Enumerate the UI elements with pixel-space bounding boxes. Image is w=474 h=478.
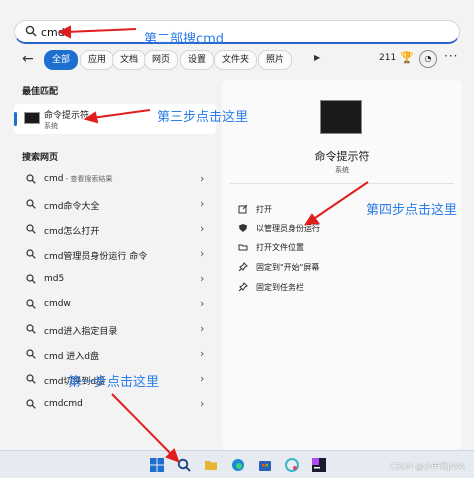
terminal-icon (320, 100, 362, 134)
web-result-label: cmd - 查看搜索结果 (44, 174, 113, 184)
web-result-label: cmdw (44, 299, 71, 309)
search-icon (25, 25, 37, 37)
app-title: 命令提示符 (314, 150, 370, 163)
web-result-label: cmd 进入d盘 (44, 352, 100, 362)
app-subtitle: 系统 (335, 166, 349, 174)
web-result-item[interactable]: cmdcmd › (14, 395, 216, 415)
back-arrow-icon[interactable]: ← (22, 51, 34, 67)
web-search-heading: 搜索网页 (22, 153, 59, 163)
more-filters-play-icon[interactable]: ▶ (314, 53, 320, 62)
search-icon (26, 374, 36, 384)
web-result-item[interactable]: cmd进入指定目录 › (14, 320, 216, 340)
search-input[interactable] (41, 24, 421, 40)
edge-browser-icon[interactable] (231, 458, 245, 472)
app-details-pane: 命令提示符 系统 打开 以管理员身份运行 打开文件位置 固定到"开始"屏幕 固定… (222, 80, 462, 450)
chevron-right-icon: › (200, 172, 205, 185)
chevron-right-icon: › (200, 372, 205, 385)
filter-photos[interactable]: 照片 (258, 50, 293, 70)
web-result-label: cmd进入指定目录 (44, 327, 118, 337)
chat-app-icon[interactable] (285, 458, 299, 472)
watermark: CSDN @小申说JAVA (390, 462, 465, 471)
more-options-icon[interactable]: ··· (444, 49, 458, 63)
points-count: 211 (379, 53, 397, 63)
action-run-as-admin[interactable]: 以管理员身份运行 (238, 221, 438, 237)
filter-apps[interactable]: 应用 (80, 50, 115, 70)
shield-icon (239, 224, 247, 232)
annotation-step1: 第一步点击这里 (68, 375, 160, 390)
annotation-step2: 第二部搜cmd (144, 32, 225, 47)
web-result-item[interactable]: cmdw › (14, 295, 216, 315)
search-icon (26, 349, 36, 359)
results-list: 最佳匹配 命令提示符 系统 搜索网页 cmd - 查看搜索结果 › cmd命令大… (14, 80, 216, 450)
chevron-right-icon: › (200, 272, 205, 285)
user-avatar-icon[interactable]: ◔ (419, 50, 437, 68)
search-icon (26, 174, 36, 184)
chevron-right-icon: › (200, 297, 205, 310)
best-match-title: 命令提示符 (44, 111, 90, 121)
chevron-right-icon: › (200, 347, 205, 360)
annotation-step4: 第四步点击这里 (366, 203, 458, 218)
file-explorer-icon[interactable] (204, 458, 218, 472)
chevron-right-icon: › (200, 197, 205, 210)
chevron-right-icon: › (200, 322, 205, 335)
search-icon (26, 324, 36, 334)
web-result-label: cmd怎么打开 (44, 227, 100, 237)
annotation-step3: 第三步点击这里 (157, 110, 249, 125)
best-match-heading: 最佳匹配 (22, 87, 59, 97)
web-result-item[interactable]: md5 › (14, 270, 216, 290)
filter-bar: ← 全部 应用 文档 网页 设置 文件夹 照片 ▶ 211 🏆 ◔ ··· (14, 49, 460, 70)
filter-all[interactable]: 全部 (44, 50, 79, 70)
action-open-file-location[interactable]: 打开文件位置 (238, 240, 438, 256)
chevron-right-icon: › (200, 247, 205, 260)
search-icon (26, 299, 36, 309)
web-result-item[interactable]: cmd命令大全 › (14, 195, 216, 215)
filter-documents[interactable]: 文档 (112, 50, 147, 70)
windows-start-icon[interactable] (150, 458, 164, 472)
web-result-item[interactable]: cmd - 查看搜索结果 › (14, 170, 216, 190)
terminal-icon (24, 112, 40, 124)
filter-settings[interactable]: 设置 (180, 50, 215, 70)
search-icon[interactable] (177, 458, 191, 472)
web-result-label: cmd管理员身份运行 命令 (44, 252, 148, 262)
filter-folders[interactable]: 文件夹 (214, 50, 258, 70)
chevron-right-icon: › (200, 397, 205, 410)
web-result-item[interactable]: cmd怎么打开 › (14, 220, 216, 240)
action-pin-to-taskbar[interactable]: 固定到任务栏 (238, 280, 438, 296)
search-icon (26, 399, 36, 409)
open-external-icon (238, 204, 248, 214)
chevron-right-icon: › (200, 222, 205, 235)
ide-app-icon[interactable] (312, 458, 326, 472)
search-box[interactable] (14, 20, 460, 44)
web-result-item[interactable]: cmd 进入d盘 › (14, 345, 216, 365)
action-pin-to-start[interactable]: 固定到"开始"屏幕 (238, 260, 438, 276)
store-icon[interactable] (258, 458, 272, 472)
selection-indicator (14, 112, 17, 126)
pin-icon (238, 282, 248, 292)
search-icon (26, 224, 36, 234)
filter-web[interactable]: 网页 (144, 50, 179, 70)
web-result-label: cmdcmd (44, 399, 83, 409)
pin-icon (238, 262, 248, 272)
rewards-trophy-icon[interactable]: 🏆 (400, 51, 414, 64)
web-result-label: cmd命令大全 (44, 202, 100, 212)
search-icon (26, 199, 36, 209)
divider (230, 183, 454, 184)
best-match-subtitle: 系统 (44, 122, 58, 130)
search-icon (26, 274, 36, 284)
search-icon (26, 249, 36, 259)
web-result-item[interactable]: cmd管理员身份运行 命令 › (14, 245, 216, 265)
web-result-label: md5 (44, 274, 65, 284)
taskbar: CSDN @小申说JAVA (0, 450, 474, 478)
folder-icon (238, 244, 248, 251)
